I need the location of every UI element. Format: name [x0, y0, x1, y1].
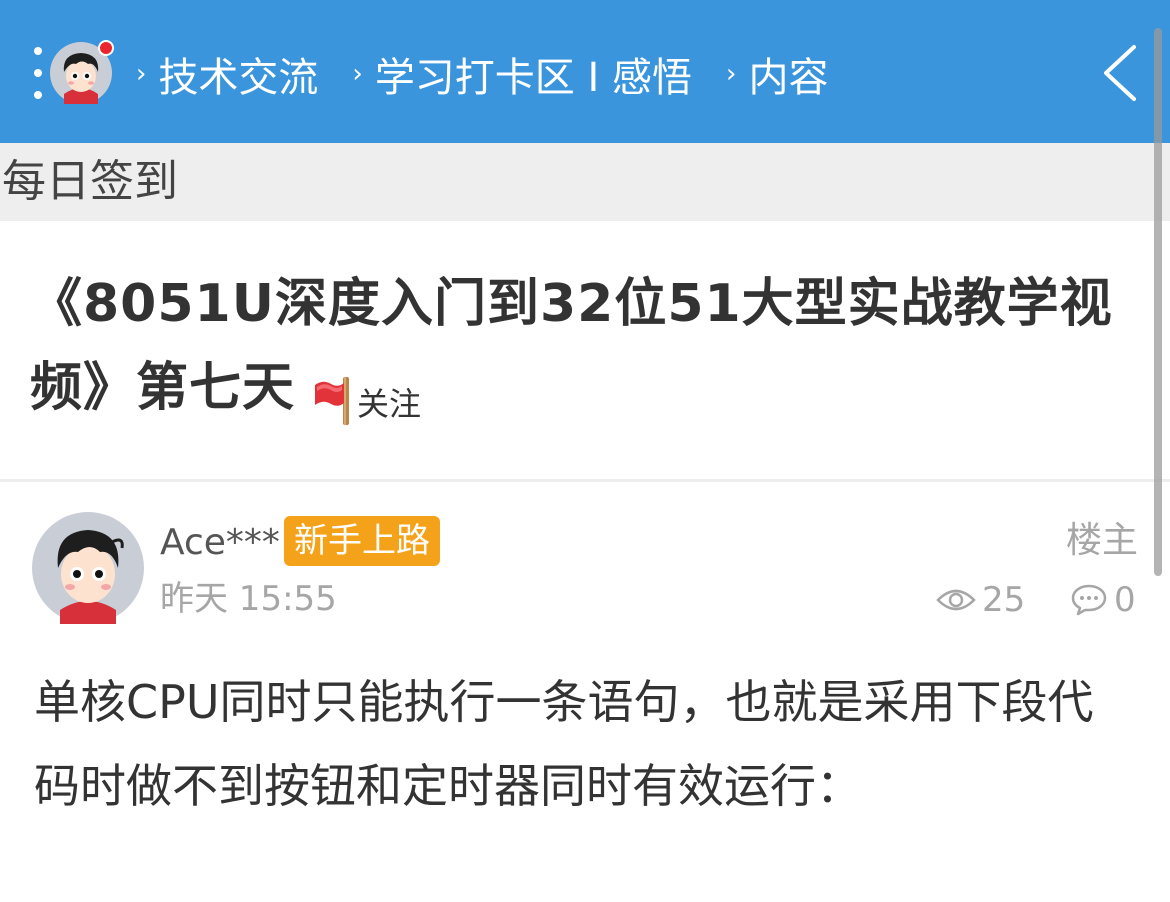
divider [0, 479, 1170, 482]
floor-label: 楼主 [1065, 520, 1138, 561]
breadcrumb-study-checkin[interactable]: 学习打卡区 I 感悟 [375, 45, 692, 103]
notification-dot [98, 40, 114, 56]
author-name[interactable]: Ace*** [160, 518, 280, 568]
breadcrumb-separator: › [352, 59, 363, 89]
reply-count[interactable]: 0 [1070, 576, 1136, 624]
top-nav-bar: › 技术交流 › 学习打卡区 I 感悟 › 内容 [0, 0, 1170, 143]
eye-icon [936, 589, 976, 611]
post-body: 单核CPU同时只能执行一条语句，也就是采用下段代码时做不到按钮和定时器同时有效运… [34, 675, 1094, 813]
flag-icon [315, 376, 350, 425]
rank-badge: 新手上路 [284, 516, 440, 566]
comment-icon [1071, 584, 1107, 616]
breadcrumb-tech-exchange[interactable]: 技术交流 [158, 45, 318, 103]
breadcrumb-separator: › [136, 59, 147, 89]
reply-count-value: 0 [1114, 580, 1136, 620]
menu-dots-icon[interactable] [33, 47, 43, 101]
category-label[interactable]: 每日签到 [2, 153, 178, 211]
breadcrumb-separator: › [726, 59, 737, 89]
scrollbar[interactable] [1154, 28, 1162, 576]
post-title: 《8051U深度入门到32位51大型实战教学视频》第七天 [30, 274, 1113, 418]
follow-button[interactable]: 关注 [313, 375, 421, 427]
category-strip: 每日签到 [0, 143, 1170, 221]
post-time: 昨天 15:55 [160, 579, 337, 619]
author-avatar[interactable] [32, 512, 144, 624]
post-title-block: 《8051U深度入门到32位51大型实战教学视频》第七天 关注 [30, 262, 1120, 430]
breadcrumb-content[interactable]: 内容 [748, 45, 828, 103]
breadcrumb: › 技术交流 › 学习打卡区 I 感悟 › 内容 [128, 44, 842, 104]
view-count-value: 25 [982, 580, 1026, 620]
back-chevron-icon[interactable] [1100, 44, 1140, 102]
view-count: 25 [936, 576, 1025, 624]
follow-label: 关注 [357, 384, 422, 423]
